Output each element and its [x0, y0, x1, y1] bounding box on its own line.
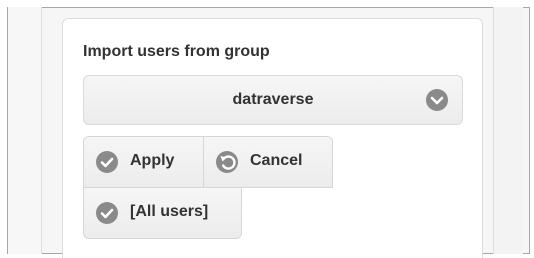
apply-label: Apply: [130, 152, 175, 169]
panel-title: Import users from group: [83, 43, 270, 60]
chevron-down-icon[interactable]: [426, 89, 448, 111]
all-users-button[interactable]: [All users]: [83, 187, 242, 239]
undo-icon: [216, 151, 238, 173]
cancel-button[interactable]: Cancel: [203, 136, 333, 188]
right-gutter: [493, 7, 523, 254]
apply-button[interactable]: Apply: [83, 136, 204, 188]
all-users-label: [All users]: [130, 203, 209, 220]
group-select-value: datraverse: [232, 91, 314, 108]
check-icon: [96, 202, 118, 224]
group-select[interactable]: datraverse: [83, 75, 463, 125]
cancel-label: Cancel: [250, 152, 303, 169]
check-icon: [96, 151, 118, 173]
import-users-panel: Import users from group datraverse Apply…: [62, 18, 483, 258]
left-gutter: [8, 7, 42, 254]
